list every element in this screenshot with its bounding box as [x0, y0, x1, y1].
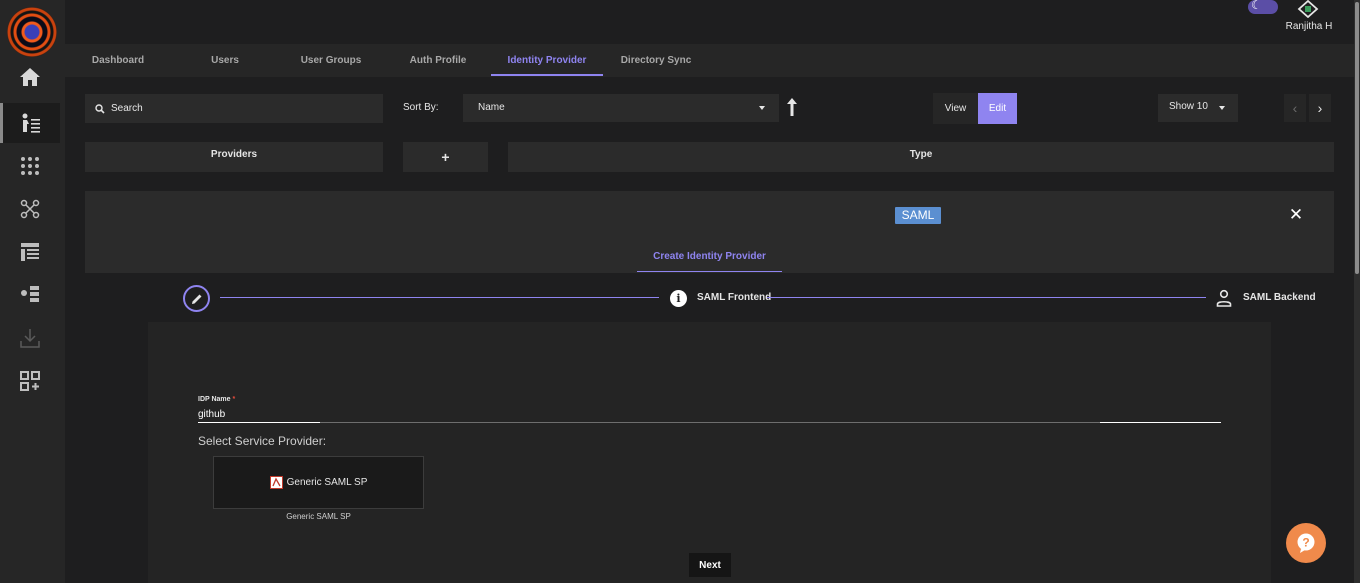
help-question-icon: ? [1297, 533, 1315, 553]
app-logo[interactable] [7, 7, 57, 57]
tab-auth-profile[interactable]: Auth Profile [403, 44, 473, 77]
step-connector [767, 297, 1206, 298]
page-size-value: Show 10 [1169, 101, 1208, 112]
user-groups-grid-icon [21, 157, 39, 175]
chevron-down-icon [1219, 106, 1225, 110]
help-button[interactable]: ? [1286, 523, 1326, 563]
sort-by-value: Name [478, 102, 505, 113]
tab-user-groups[interactable]: User Groups [295, 44, 367, 77]
generic-saml-sp-card[interactable]: Generic SAML SP [213, 456, 424, 509]
pencil-icon [191, 294, 201, 304]
step-edit-icon[interactable] [183, 285, 210, 312]
prev-page-button[interactable]: ‹ [1284, 94, 1306, 122]
users-list-icon [22, 113, 40, 133]
step-saml-backend-label[interactable]: SAML Backend [1243, 292, 1316, 303]
search-icon [95, 103, 105, 114]
identity-provider-icon [21, 243, 39, 261]
user-avatar-icon[interactable] [1297, 0, 1319, 18]
sidebar-item-user-groups[interactable] [0, 146, 60, 186]
info-icon[interactable]: i [670, 290, 687, 307]
idp-name-underline [198, 422, 320, 423]
saml-sp-logo-icon [269, 476, 283, 489]
providers-column-header: Providers [85, 142, 383, 172]
sidebar [0, 0, 65, 583]
idp-form-card [148, 322, 1271, 583]
close-panel-button[interactable]: ✕ [1288, 205, 1304, 225]
sidebar-item-users[interactable] [0, 103, 60, 143]
sidebar-item-home[interactable] [0, 57, 60, 97]
idp-name-underline [1100, 422, 1221, 423]
required-mark: * [232, 396, 236, 403]
idp-name-input[interactable] [198, 406, 1221, 423]
sidebar-item-directory-sync[interactable] [0, 275, 60, 315]
view-button[interactable]: View [933, 93, 978, 124]
type-column-header: Type [508, 142, 1334, 172]
sidebar-item-apps[interactable] [0, 361, 60, 401]
home-icon [20, 68, 40, 86]
tab-identity-provider[interactable]: Identity Provider [491, 44, 603, 77]
generic-saml-sp-label: Generic SAML SP [286, 477, 368, 488]
sidebar-item-identity-provider[interactable] [0, 232, 60, 272]
sidebar-item-auth-profile[interactable] [0, 189, 60, 229]
svg-text:?: ? [1302, 536, 1309, 550]
generic-saml-sp-caption: Generic SAML SP [286, 512, 351, 521]
download-icon [20, 329, 40, 348]
step-connector [220, 297, 659, 298]
sort-by-select[interactable]: Name [463, 94, 779, 122]
search-box[interactable] [85, 94, 383, 123]
page-scrollbar[interactable] [1354, 0, 1360, 583]
idp-name-label: IDP Name * [198, 396, 235, 403]
person-icon[interactable] [1216, 289, 1232, 307]
search-input[interactable] [111, 103, 361, 114]
auth-profile-icon [20, 199, 40, 219]
tab-users[interactable]: Users [195, 44, 255, 77]
directory-sync-icon [21, 286, 39, 302]
select-service-provider-label: Select Service Provider: [198, 434, 327, 448]
tab-directory-sync[interactable]: Directory Sync [618, 44, 694, 77]
tab-create-identity-provider[interactable]: Create Identity Provider [637, 244, 782, 272]
tab-dashboard[interactable]: Dashboard [83, 44, 153, 77]
edit-button[interactable]: Edit [978, 93, 1017, 124]
view-edit-toggle: View Edit [933, 93, 1017, 124]
page-size-select[interactable]: Show 10 [1158, 94, 1238, 122]
scrollbar-thumb[interactable] [1355, 2, 1359, 274]
main-tabs: Dashboard Users User Groups Auth Profile… [65, 44, 1354, 77]
sort-by-label: Sort By: [403, 102, 439, 113]
next-page-button[interactable]: › [1309, 94, 1331, 122]
step-saml-frontend-label[interactable]: SAML Frontend [697, 292, 771, 303]
sort-ascending-arrow-icon[interactable] [785, 97, 799, 117]
idp-name-underline [320, 422, 1100, 423]
next-button[interactable]: Next [689, 553, 731, 577]
chevron-down-icon [759, 106, 765, 110]
idp-name-label-text: IDP Name [198, 396, 231, 403]
apps-add-icon [20, 371, 40, 391]
user-name[interactable]: Ranjitha H [1280, 21, 1338, 32]
theme-toggle[interactable] [1248, 0, 1278, 14]
add-provider-button[interactable]: + [403, 142, 488, 172]
saml-badge: SAML [895, 207, 941, 224]
sidebar-item-download[interactable] [0, 318, 60, 358]
